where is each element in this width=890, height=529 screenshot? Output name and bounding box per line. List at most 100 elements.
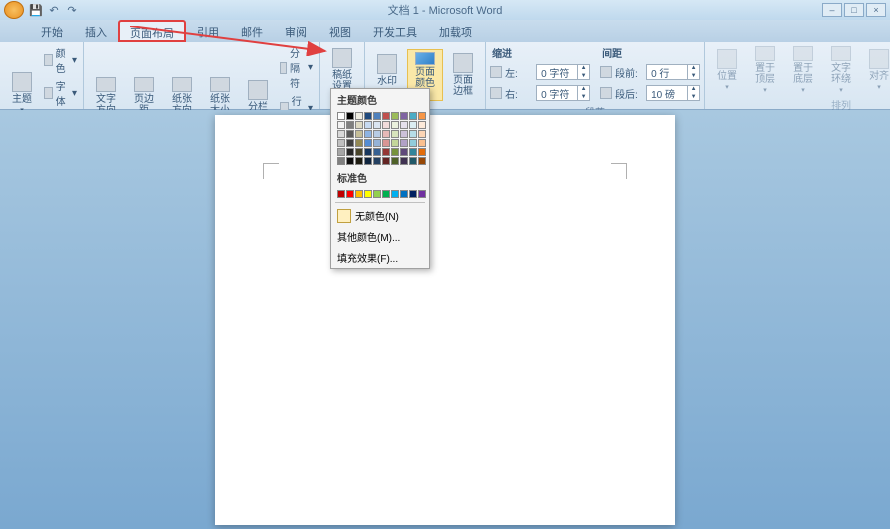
color-swatch[interactable] [391,157,399,165]
indent-left-spinner[interactable]: 0 字符▲▼ [536,64,590,80]
color-swatch[interactable] [382,121,390,129]
color-swatch[interactable] [373,157,381,165]
color-swatch[interactable] [337,130,345,138]
color-swatch[interactable] [355,157,363,165]
color-swatch[interactable] [382,112,390,120]
align-button[interactable]: 对齐▾ [861,44,890,96]
page[interactable] [215,115,675,525]
color-swatch[interactable] [418,130,426,138]
color-swatch[interactable] [418,139,426,147]
no-color-item[interactable]: 无颜色(N) [331,205,429,226]
color-swatch[interactable] [364,157,372,165]
color-swatch[interactable] [409,157,417,165]
tab-addins[interactable]: 加载项 [428,20,483,42]
color-swatch[interactable] [355,130,363,138]
color-swatch[interactable] [400,130,408,138]
minimize-button[interactable]: – [822,3,842,17]
indent-right-spinner[interactable]: 0 字符▲▼ [536,85,590,101]
color-swatch[interactable] [373,148,381,156]
color-swatch[interactable] [373,190,381,198]
color-swatch[interactable] [346,139,354,147]
color-swatch[interactable] [418,148,426,156]
theme-fonts-button[interactable]: 字体▾ [42,77,79,109]
color-swatch[interactable] [355,121,363,129]
tab-review[interactable]: 审阅 [274,20,318,42]
breaks-button[interactable]: 分隔符▾ [278,44,315,91]
color-swatch[interactable] [382,190,390,198]
color-swatch[interactable] [346,157,354,165]
color-swatch[interactable] [418,121,426,129]
maximize-button[interactable]: □ [844,3,864,17]
color-swatch[interactable] [346,112,354,120]
color-swatch[interactable] [355,148,363,156]
color-swatch[interactable] [382,130,390,138]
color-swatch[interactable] [337,139,345,147]
color-swatch[interactable] [355,139,363,147]
color-swatch[interactable] [346,148,354,156]
color-swatch[interactable] [391,130,399,138]
color-swatch[interactable] [373,121,381,129]
color-swatch[interactable] [400,112,408,120]
color-swatch[interactable] [337,157,345,165]
undo-icon[interactable]: ↶ [46,2,62,18]
color-swatch[interactable] [418,112,426,120]
close-button[interactable]: × [866,3,886,17]
color-swatch[interactable] [391,112,399,120]
color-swatch[interactable] [418,190,426,198]
color-swatch[interactable] [355,112,363,120]
spacing-before-spinner[interactable]: 0 行▲▼ [646,64,700,80]
color-swatch[interactable] [346,121,354,129]
color-swatch[interactable] [364,121,372,129]
spin-up-icon[interactable]: ▲ [577,64,589,72]
color-swatch[interactable] [337,112,345,120]
tab-pagelayout[interactable]: 页面布局 [118,20,186,42]
color-swatch[interactable] [373,130,381,138]
tab-home[interactable]: 开始 [30,20,74,42]
tab-developer[interactable]: 开发工具 [362,20,428,42]
color-swatch[interactable] [400,121,408,129]
color-swatch[interactable] [391,139,399,147]
color-swatch[interactable] [346,130,354,138]
color-swatch[interactable] [373,139,381,147]
tab-view[interactable]: 视图 [318,20,362,42]
color-swatch[interactable] [400,157,408,165]
color-swatch[interactable] [391,121,399,129]
document-area[interactable] [0,110,890,529]
tab-insert[interactable]: 插入 [74,20,118,42]
color-swatch[interactable] [382,139,390,147]
color-swatch[interactable] [364,148,372,156]
office-button[interactable] [4,1,24,19]
color-swatch[interactable] [400,190,408,198]
redo-icon[interactable]: ↷ [64,2,80,18]
color-swatch[interactable] [364,130,372,138]
color-swatch[interactable] [364,190,372,198]
color-swatch[interactable] [409,112,417,120]
spacing-after-spinner[interactable]: 10 磅▲▼ [646,85,700,101]
color-swatch[interactable] [400,139,408,147]
color-swatch[interactable] [382,157,390,165]
color-swatch[interactable] [355,190,363,198]
color-swatch[interactable] [373,112,381,120]
color-swatch[interactable] [418,157,426,165]
color-swatch[interactable] [364,139,372,147]
fill-effects-item[interactable]: 填充效果(F)... [331,247,429,268]
color-swatch[interactable] [409,139,417,147]
color-swatch[interactable] [337,190,345,198]
theme-colors-button[interactable]: 颜色▾ [42,44,79,76]
color-swatch[interactable] [391,148,399,156]
color-swatch[interactable] [409,121,417,129]
color-swatch[interactable] [409,190,417,198]
color-swatch[interactable] [337,121,345,129]
color-swatch[interactable] [364,112,372,120]
color-swatch[interactable] [391,190,399,198]
save-icon[interactable]: 💾 [28,2,44,18]
tab-references[interactable]: 引用 [186,20,230,42]
color-swatch[interactable] [346,190,354,198]
page-borders-button[interactable]: 页面 边框 [445,49,481,101]
tab-mailings[interactable]: 邮件 [230,20,274,42]
color-swatch[interactable] [337,148,345,156]
more-colors-item[interactable]: 其他颜色(M)... [331,226,429,247]
color-swatch[interactable] [382,148,390,156]
spin-down-icon[interactable]: ▼ [577,72,589,80]
color-swatch[interactable] [400,148,408,156]
